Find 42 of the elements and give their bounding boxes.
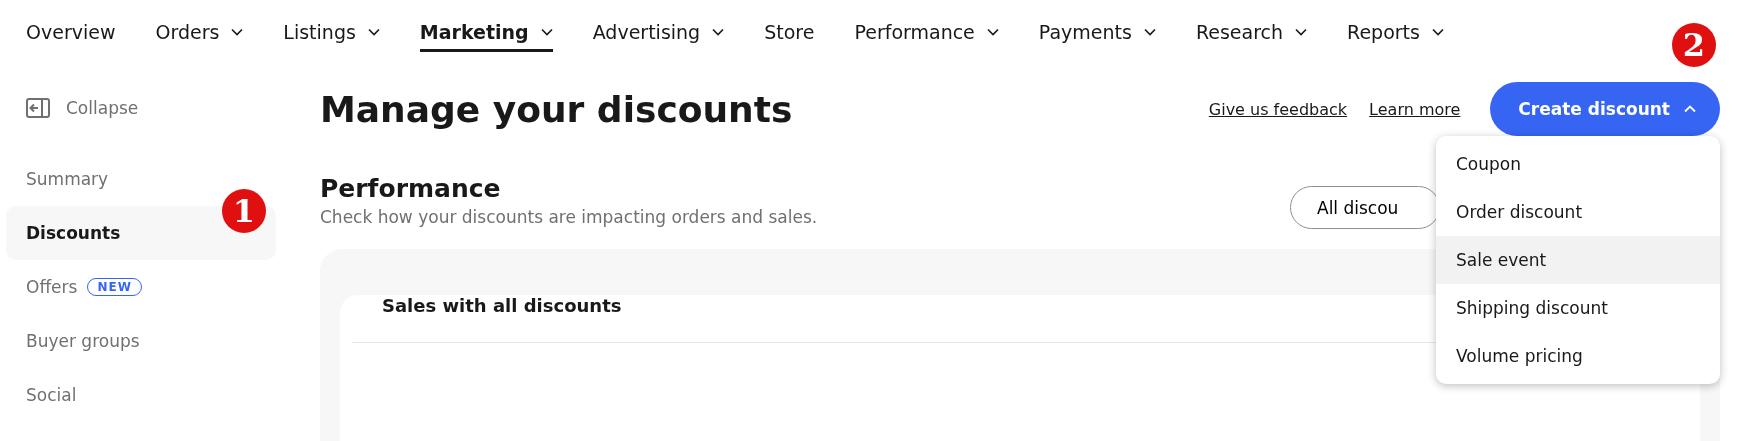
menu-item[interactable]: Coupon [1436, 140, 1720, 188]
menu-item[interactable]: Volume pricing [1436, 332, 1720, 380]
card-title: Sales with all discounts [382, 295, 622, 316]
text-link[interactable]: Learn more [1369, 99, 1461, 119]
sidebar-item-label: Buyer groups [26, 331, 140, 351]
annotation-marker: 2 [1672, 23, 1716, 67]
sidebar-item[interactable]: Offers NEW [6, 260, 276, 314]
nav-tab[interactable]: Listings [283, 14, 380, 52]
nav-tab[interactable]: Overview [26, 14, 116, 52]
section-title: Performance [320, 174, 502, 203]
chevron-down-icon [540, 27, 553, 36]
nav-tab[interactable]: Reports [1347, 14, 1444, 52]
nav-tab[interactable]: Payments [1038, 14, 1156, 52]
nav-tab[interactable]: Marketing [419, 14, 553, 52]
page-title: Manage your discounts [320, 88, 793, 130]
chevron-down-icon [1431, 27, 1444, 36]
nav-tab[interactable]: Store [764, 14, 815, 52]
chevron-down-icon [367, 27, 380, 36]
sidebar-item[interactable]: Social [6, 368, 276, 422]
create-discount-button[interactable]: Create discount [1490, 82, 1720, 136]
sidebar-item-label: Summary [26, 169, 109, 189]
chevron-up-icon [1684, 105, 1696, 113]
collapse-icon [26, 98, 50, 118]
chevron-down-icon [986, 27, 999, 36]
annotation-marker: 1 [222, 189, 266, 233]
sidebar-item-label: Offers [26, 277, 78, 297]
section-subtitle: Check how your discounts are impacting orders and sales. [320, 207, 818, 227]
nav-tab[interactable]: Orders [155, 14, 244, 52]
nav-tab[interactable]: Performance [854, 14, 999, 52]
chevron-down-icon [1295, 27, 1308, 36]
nav-tab[interactable]: Research [1195, 14, 1308, 52]
sidebar-item-label: Discounts [26, 223, 121, 243]
text-link[interactable]: Give us feedback [1208, 99, 1348, 119]
menu-item[interactable]: Shipping discount [1436, 284, 1720, 332]
chevron-down-icon [1143, 27, 1156, 36]
nav-tab[interactable]: Advertising [592, 14, 725, 52]
sidebar-item[interactable]: Buyer groups [6, 314, 276, 368]
chevron-down-icon [231, 27, 244, 36]
collapse-button[interactable]: Collapse [26, 98, 139, 118]
sidebar-item-label: Social [26, 385, 77, 405]
menu-item[interactable]: Sale event [1436, 236, 1720, 284]
chevron-down-icon [712, 27, 725, 36]
